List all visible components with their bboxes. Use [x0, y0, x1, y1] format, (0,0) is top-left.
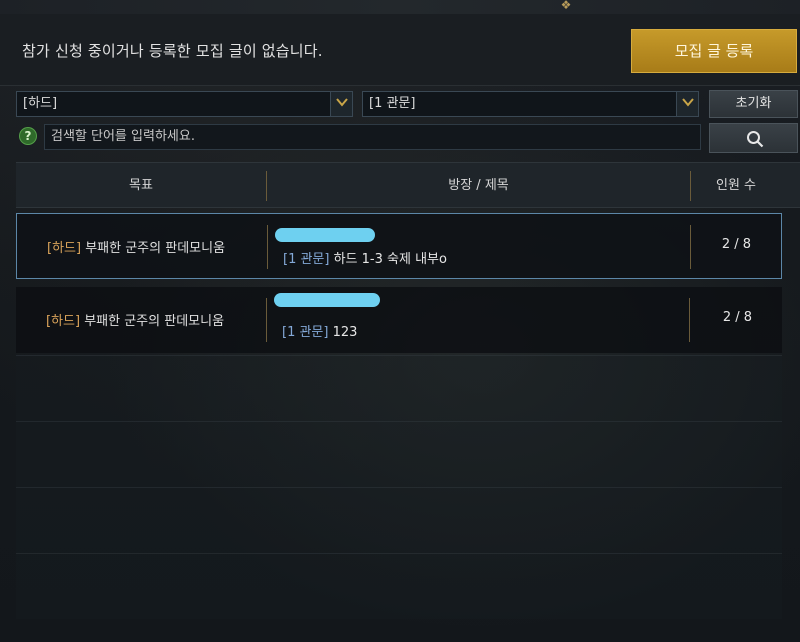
reset-button[interactable]: 초기화 — [709, 90, 798, 118]
goal-cell: [하드] 부패한 군주의 판데모니움 — [47, 237, 225, 256]
table-row[interactable]: [하드] 부패한 군주의 판데모니움 [1 관문] 123 2 / 8 — [16, 287, 782, 353]
top-strip: ❖ — [0, 0, 800, 14]
stage-tag: [1 관문] — [282, 325, 329, 340]
difficulty-select-value: [하드] — [23, 96, 58, 111]
column-goal: 목표 — [129, 178, 153, 193]
column-divider — [690, 225, 691, 269]
table-row[interactable]: [하드] 부패한 군주의 판데모니움 [1 관문] 하드 1-3 숙제 내부o … — [16, 213, 782, 279]
help-icon[interactable]: ? — [19, 127, 37, 145]
column-divider — [266, 298, 267, 342]
member-count: 2 / 8 — [721, 237, 751, 252]
post-title: 하드 1-3 숙제 내부o — [329, 252, 447, 267]
title-cell: [1 관문] 123 — [282, 321, 357, 340]
post-title: 123 — [328, 325, 358, 340]
empty-row — [16, 487, 782, 553]
chevron-down-icon[interactable] — [330, 92, 352, 116]
column-leader-title: 방장 / 제목 — [448, 178, 509, 193]
search-input[interactable]: 검색할 단어를 입력하세요. — [44, 124, 701, 150]
redacted-leader-name — [275, 228, 375, 242]
empty-row — [16, 355, 782, 421]
stage-select-value: [1 관문] — [369, 96, 416, 111]
redacted-leader-name — [274, 293, 380, 307]
difficulty-tag: [하드] — [47, 241, 82, 256]
empty-row — [16, 421, 782, 487]
title-cell: [1 관문] 하드 1-3 숙제 내부o — [283, 248, 447, 267]
goal-name: 부패한 군주의 판데모니움 — [81, 241, 226, 256]
search-icon — [747, 131, 764, 148]
notice-text: 참가 신청 중이거나 등록한 모집 글이 없습니다. — [22, 42, 323, 60]
table-header: 목표 방장 / 제목 인원 수 — [16, 162, 800, 208]
column-members: 인원 수 — [715, 178, 756, 193]
goal-cell: [하드] 부패한 군주의 판데모니움 — [46, 310, 224, 329]
empty-row — [16, 553, 782, 619]
stage-select[interactable]: [1 관문] — [362, 91, 699, 117]
chevron-down-icon[interactable] — [676, 92, 698, 116]
member-count: 2 / 8 — [722, 310, 752, 325]
stage-tag: [1 관문] — [283, 252, 330, 267]
column-divider — [689, 298, 690, 342]
column-divider — [267, 225, 268, 269]
difficulty-select[interactable]: [하드] — [16, 91, 353, 117]
search-button[interactable] — [709, 123, 798, 153]
goal-name: 부패한 군주의 판데모니움 — [80, 314, 225, 329]
header-bar: 참가 신청 중이거나 등록한 모집 글이 없습니다. 모집 글 등록 — [0, 14, 800, 86]
register-post-button[interactable]: 모집 글 등록 — [631, 29, 797, 73]
ornament-icon: ❖ — [560, 0, 572, 12]
difficulty-tag: [하드] — [46, 314, 81, 329]
